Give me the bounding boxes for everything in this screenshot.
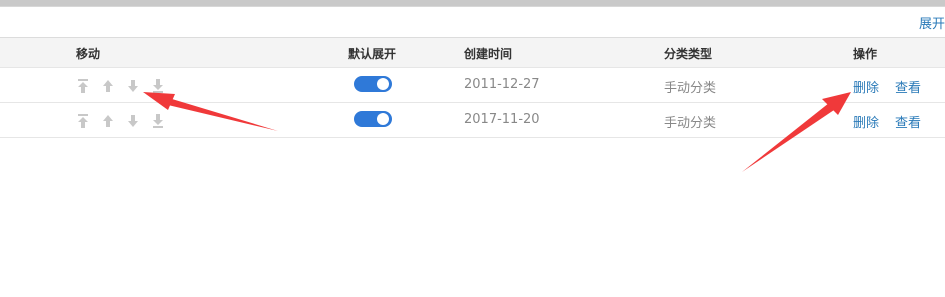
header-created-time: 创建时间 (464, 47, 513, 61)
header-actions: 操作 (853, 47, 878, 61)
delete-button[interactable]: 删除 (853, 77, 879, 96)
header-category-type: 分类类型 (664, 47, 713, 61)
created-time-cell: 2017-11-20 (464, 112, 540, 127)
move-bottom-icon[interactable] (150, 78, 166, 94)
header-move: 移动 (76, 47, 101, 61)
table-row: 2017-11-20 手动分类 删除 查看 (0, 103, 945, 138)
move-top-icon[interactable] (75, 78, 91, 94)
top-divider (0, 6, 945, 7)
move-top-icon[interactable] (75, 113, 91, 129)
table-row: 2011-12-27 手动分类 删除 查看 (0, 68, 945, 103)
move-controls (75, 113, 166, 129)
view-button[interactable]: 查看 (895, 112, 921, 131)
move-up-icon[interactable] (100, 113, 116, 129)
header-default-expand: 默认展开 (348, 47, 397, 61)
category-type-cell: 手动分类 (664, 116, 717, 131)
category-table: 移动 默认展开 创建时间 分类类型 操作 2011-12-27 手动分类 删除 … (0, 37, 945, 138)
category-type-cell: 手动分类 (664, 81, 717, 96)
move-down-icon[interactable] (125, 78, 141, 94)
move-bottom-icon[interactable] (150, 113, 166, 129)
toggle-knob (377, 113, 389, 125)
delete-button[interactable]: 删除 (853, 112, 879, 131)
table-header-row: 移动 默认展开 创建时间 分类类型 操作 (0, 37, 945, 68)
expand-all-link[interactable]: 展开 (919, 13, 945, 32)
toggle-knob (377, 78, 389, 90)
view-button[interactable]: 查看 (895, 77, 921, 96)
move-down-icon[interactable] (125, 113, 141, 129)
default-expand-toggle[interactable] (354, 111, 392, 127)
created-time-cell: 2011-12-27 (464, 77, 540, 92)
move-up-icon[interactable] (100, 78, 116, 94)
move-controls (75, 78, 166, 94)
page: 展开 移动 默认展开 创建时间 分类类型 操作 2011-12-27 手动分类 … (0, 0, 945, 297)
default-expand-toggle[interactable] (354, 76, 392, 92)
